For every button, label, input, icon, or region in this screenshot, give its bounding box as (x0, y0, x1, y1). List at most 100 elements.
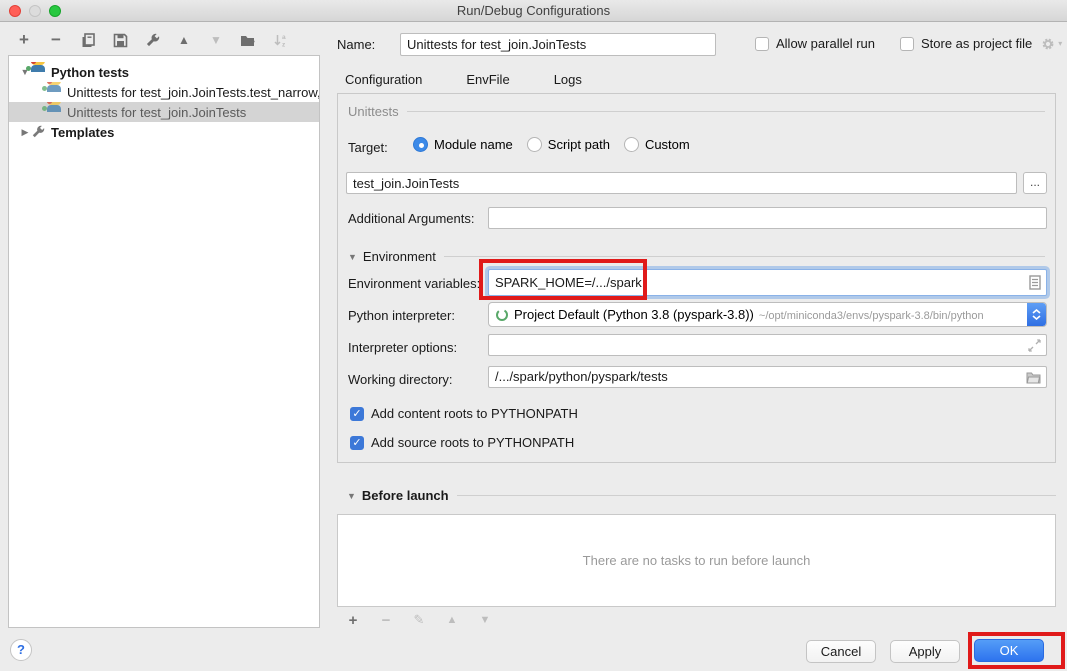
environment-section-title: Environment (363, 249, 436, 264)
working-directory-input[interactable]: /.../spark/python/pyspark/tests (488, 366, 1047, 388)
add-content-roots-label: Add content roots to PYTHONPATH (371, 406, 578, 421)
copy-configuration-button[interactable] (78, 30, 98, 50)
move-down-button[interactable]: ▼ (206, 30, 226, 50)
radio-label: Script path (548, 137, 610, 152)
create-folder-button[interactable] (238, 30, 258, 50)
add-source-roots-label: Add source roots to PYTHONPATH (371, 435, 574, 450)
name-input[interactable] (400, 33, 716, 56)
add-task-button[interactable]: + (343, 610, 363, 630)
folder-icon[interactable] (1026, 371, 1041, 384)
name-label: Name: (337, 37, 375, 52)
edit-templates-button[interactable] (142, 30, 162, 50)
radio-selected-icon[interactable] (413, 137, 428, 152)
save-icon (113, 33, 128, 48)
before-launch-section-header[interactable]: ▼ Before launch (347, 488, 1056, 503)
tree-node-label: Templates (51, 125, 114, 140)
select-stepper-icon[interactable] (1027, 303, 1046, 326)
radio-module-name[interactable]: Module name (413, 137, 513, 152)
tree-node-jointests-selected[interactable]: Unittests for test_join.JoinTests (9, 102, 319, 122)
before-launch-title: Before launch (362, 488, 449, 503)
working-directory-value: /.../spark/python/pyspark/tests (495, 369, 668, 384)
svg-text:z: z (282, 41, 286, 48)
python-tests-icon (31, 65, 46, 80)
interpreter-options-input[interactable] (488, 334, 1047, 356)
tree-node-label: Unittests for test_join.JoinTests.test_n… (67, 85, 319, 100)
help-button[interactable]: ? (10, 639, 32, 661)
triangle-down-icon: ▼ (480, 614, 491, 626)
python-interpreter-path: ~/opt/miniconda3/envs/pyspark-3.8/bin/py… (759, 310, 984, 322)
new-folder-icon (240, 33, 256, 48)
expand-field-icon[interactable] (1028, 339, 1041, 352)
plus-icon: + (349, 612, 358, 629)
section-collapse-icon[interactable]: ▼ (348, 252, 357, 262)
move-task-up-button[interactable]: ▲ (442, 610, 462, 630)
copy-icon (81, 33, 96, 48)
radio-custom[interactable]: Custom (624, 137, 690, 152)
before-launch-task-list[interactable]: There are no tasks to run before launch (337, 514, 1056, 607)
tree-node-label: Python tests (51, 65, 129, 80)
pencil-icon: ✎ (414, 612, 425, 628)
radio-unselected-icon[interactable] (527, 137, 542, 152)
python-interpreter-label: Python interpreter: (348, 308, 455, 323)
tree-node-test-narrow[interactable]: Unittests for test_join.JoinTests.test_n… (9, 82, 319, 102)
tree-node-templates[interactable]: ▶ Templates (9, 122, 319, 142)
checkbox-checked-icon[interactable]: ✓ (350, 436, 364, 450)
ok-button[interactable]: OK (974, 639, 1044, 662)
environment-variables-value: SPARK_HOME=/.../spark (495, 275, 642, 290)
divider (407, 111, 1045, 112)
tab-configuration[interactable]: Configuration (337, 68, 430, 95)
checkbox-unchecked-icon[interactable] (900, 37, 914, 51)
move-up-button[interactable]: ▲ (174, 30, 194, 50)
unittests-section-title: Unittests (348, 104, 399, 119)
apply-button[interactable]: Apply (890, 640, 960, 663)
add-content-roots-checkbox[interactable]: ✓ Add content roots to PYTHONPATH (350, 406, 578, 421)
gear-icon[interactable] (1041, 37, 1055, 51)
configuration-tabs: Configuration EnvFile Logs (337, 68, 590, 95)
title-bar: Run/Debug Configurations (0, 0, 1067, 22)
radio-label: Custom (645, 137, 690, 152)
conda-env-icon (495, 308, 509, 322)
configuration-panel: Unittests Target: Module name Script pat… (337, 93, 1056, 463)
plus-icon: + (19, 30, 29, 50)
tab-envfile[interactable]: EnvFile (458, 68, 517, 95)
checkbox-unchecked-icon[interactable] (755, 37, 769, 51)
target-input[interactable] (346, 172, 1017, 194)
remove-configuration-button[interactable]: − (46, 30, 66, 50)
remove-task-button[interactable]: − (376, 610, 396, 630)
divider (444, 256, 1045, 257)
add-source-roots-checkbox[interactable]: ✓ Add source roots to PYTHONPATH (350, 435, 574, 450)
interpreter-options-label: Interpreter options: (348, 340, 457, 355)
tab-logs[interactable]: Logs (546, 68, 590, 95)
edit-task-button[interactable]: ✎ (409, 610, 429, 630)
sort-configurations-button[interactable]: az (270, 30, 290, 50)
working-directory-label: Working directory: (348, 372, 453, 387)
edit-variables-icon[interactable] (1029, 275, 1041, 290)
save-configuration-button[interactable] (110, 30, 130, 50)
additional-arguments-input[interactable] (488, 207, 1047, 229)
triangle-down-icon: ▼ (210, 33, 222, 47)
browse-target-button[interactable]: ... (1023, 172, 1047, 194)
checkbox-checked-icon[interactable]: ✓ (350, 407, 364, 421)
run-debug-configurations-dialog: Run/Debug Configurations + − ▲ ▼ az (0, 0, 1067, 671)
cancel-button[interactable]: Cancel (806, 640, 876, 663)
configurations-toolbar: + − ▲ ▼ az (14, 30, 290, 50)
tree-node-python-tests[interactable]: ▼ Python tests (9, 62, 319, 82)
python-interpreter-value: Project Default (Python 3.8 (pyspark-3.8… (514, 307, 754, 322)
triangle-up-icon: ▲ (178, 33, 190, 47)
store-as-project-file-checkbox[interactable]: Store as project file ▾ (900, 36, 1062, 51)
radio-unselected-icon[interactable] (624, 137, 639, 152)
move-task-down-button[interactable]: ▼ (475, 610, 495, 630)
radio-script-path[interactable]: Script path (527, 137, 610, 152)
tree-node-label: Unittests for test_join.JoinTests (67, 105, 246, 120)
environment-variables-input[interactable]: SPARK_HOME=/.../spark (488, 269, 1047, 296)
python-interpreter-select[interactable]: Project Default (Python 3.8 (pyspark-3.8… (488, 302, 1047, 327)
wrench-icon (145, 33, 160, 48)
allow-parallel-run-checkbox[interactable]: Allow parallel run (755, 36, 875, 51)
target-radio-group: Module name Script path Custom (413, 137, 704, 152)
python-test-icon (47, 105, 62, 120)
environment-section-header[interactable]: ▼ Environment (348, 249, 1045, 264)
chevron-collapsed-icon[interactable]: ▶ (19, 127, 31, 138)
store-as-project-file-label: Store as project file (921, 36, 1032, 51)
section-collapse-icon[interactable]: ▼ (347, 491, 356, 501)
add-configuration-button[interactable]: + (14, 30, 34, 50)
